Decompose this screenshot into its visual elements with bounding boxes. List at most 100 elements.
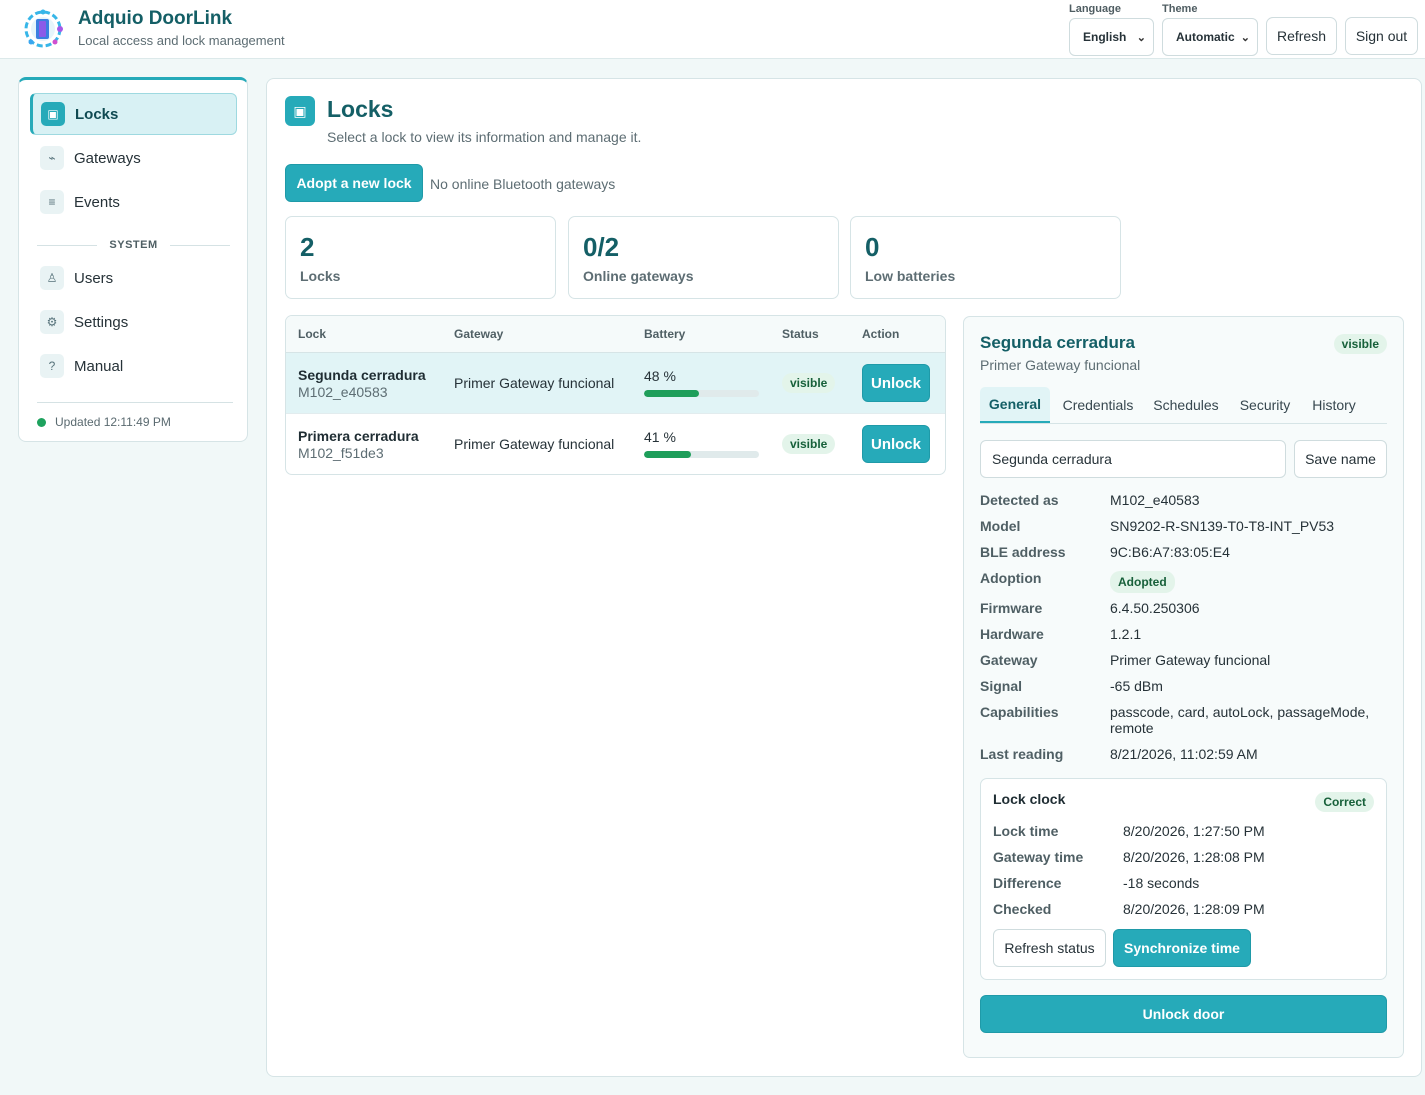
battery-bar (644, 451, 759, 458)
column-header: Gateway (454, 327, 504, 341)
detail-subtitle: Primer Gateway funcional (980, 357, 1141, 373)
clock-status-badge: Correct (1315, 792, 1374, 812)
save-name-button[interactable]: Save name (1294, 440, 1387, 478)
battery-text: 48 % (644, 368, 676, 384)
language-control: Language English ⌄ (1069, 3, 1154, 56)
info-value-wrap: Adopted (1110, 571, 1390, 593)
info-value: M102_e40583 (1110, 492, 1200, 508)
unlock-button[interactable]: Unlock (862, 364, 930, 402)
lock-icon: ▣ (285, 96, 315, 126)
locks-table: Lock Gateway Battery Status Action Segun… (285, 315, 946, 475)
sidebar-item-label: Manual (74, 357, 124, 375)
info-value: 1.2.1 (1110, 626, 1142, 642)
system-section-divider: SYSTEM (37, 238, 231, 252)
info-key: Detected as (980, 492, 1059, 508)
lock-id: M102_e40583 (298, 384, 388, 400)
detail-title: Segunda cerradura (980, 333, 1135, 352)
theme-value: Automatic (1176, 30, 1235, 44)
sidebar-item-label: Settings (74, 313, 129, 331)
info-value: passcode, card, autoLock, passageMode, r… (1110, 704, 1370, 736)
status-badge: visible (782, 373, 836, 393)
table-row[interactable]: Segunda cerradura M102_e40583 Primer Gat… (286, 353, 945, 414)
refresh-button[interactable]: Refresh (1266, 17, 1337, 55)
lock-name: Primera cerradura (298, 428, 419, 444)
gateway-status-text: No online Bluetooth gateways (430, 176, 616, 192)
theme-control: Theme Automatic ⌄ (1162, 3, 1258, 56)
info-key: BLE address (980, 544, 1066, 560)
app-subtitle: Local access and lock management (78, 33, 285, 48)
tab-security[interactable]: Security (1232, 387, 1298, 423)
synchronize-time-button[interactable]: Synchronize time (1113, 929, 1251, 967)
column-header: Action (862, 327, 900, 341)
info-key: Signal (980, 678, 1023, 694)
theme-label: Theme (1162, 3, 1198, 15)
sidebar-item-label: Users (74, 269, 114, 287)
lock-id: M102_f51de3 (298, 445, 384, 461)
info-key: Capabilities (980, 704, 1059, 720)
tab-general[interactable]: General (980, 387, 1050, 423)
lock-clock-card: Lock clock Correct Lock time 8/20/2026, … (980, 778, 1387, 980)
clock-value: 8/20/2026, 1:28:09 PM (1123, 901, 1265, 917)
clock-key: Lock time (993, 823, 1059, 839)
sidebar-item-manual[interactable]: ? Manual (30, 345, 237, 387)
refresh-status-button[interactable]: Refresh status (993, 929, 1106, 967)
lock-detail-panel: Segunda cerradura Primer Gateway funcion… (963, 316, 1404, 1058)
stat-card-locks: 2 Locks (285, 216, 556, 299)
sidebar-item-label: Gateways (74, 149, 141, 167)
events-icon: ≡ (40, 190, 64, 214)
update-status: Updated 12:11:49 PM (37, 415, 171, 429)
app-logo (24, 9, 63, 48)
chevron-down-icon: ⌄ (1136, 31, 1146, 44)
column-header: Lock (298, 327, 327, 341)
sidebar-item-settings[interactable]: ⚙ Settings (30, 301, 237, 343)
lock-icon: ▣ (41, 102, 65, 126)
sidebar-item-locks[interactable]: ▣ Locks (30, 93, 237, 135)
top-bar: Adquio DoorLink Local access and lock ma… (0, 0, 1425, 59)
sign-out-button[interactable]: Sign out (1345, 17, 1418, 55)
tab-history[interactable]: History (1304, 387, 1364, 423)
adopt-lock-button[interactable]: Adopt a new lock (285, 164, 423, 202)
status-badge: visible (782, 434, 836, 454)
info-value: 6.4.50.250306 (1110, 600, 1200, 616)
sidebar-divider (37, 402, 233, 403)
language-select[interactable]: English ⌄ (1069, 18, 1154, 56)
gear-icon: ⚙ (40, 310, 64, 334)
info-key: Model (980, 518, 1021, 534)
app-title: Adquio DoorLink (78, 8, 233, 29)
info-key: Last reading (980, 746, 1064, 762)
main-panel: ▣ Locks Select a lock to view its inform… (266, 78, 1422, 1077)
status-badge: visible (1333, 334, 1387, 354)
table-header: Lock Gateway Battery Status Action (286, 316, 945, 353)
info-value: Primer Gateway funcional (1110, 652, 1271, 668)
stat-value: 2 (300, 232, 315, 262)
page-subtitle: Select a lock to view its information an… (327, 129, 642, 145)
chevron-down-icon: ⌄ (1240, 31, 1250, 44)
column-header: Battery (644, 327, 686, 341)
language-label: Language (1069, 3, 1121, 15)
sidebar-item-users[interactable]: ♙ Users (30, 257, 237, 299)
theme-select[interactable]: Automatic ⌄ (1162, 18, 1258, 56)
updated-text: Updated 12:11:49 PM (55, 415, 171, 429)
clock-value: 8/20/2026, 1:28:08 PM (1123, 849, 1265, 865)
stat-label: Online gateways (583, 268, 694, 284)
adoption-badge: Adopted (1110, 571, 1175, 593)
info-value: SN9202-R-SN139-T0-T8-INT_PV53 (1110, 518, 1335, 534)
unlock-button[interactable]: Unlock (862, 425, 930, 463)
tab-schedules[interactable]: Schedules (1147, 387, 1225, 423)
clock-value: -18 seconds (1123, 875, 1200, 891)
system-section-label: SYSTEM (109, 239, 158, 251)
lock-name-input[interactable]: Segunda cerradura (980, 440, 1286, 478)
stat-value: 0 (865, 232, 880, 262)
info-key: Adoption (980, 570, 1042, 586)
table-row[interactable]: Primera cerradura M102_f51de3 Primer Gat… (286, 414, 945, 474)
stat-value: 0/2 (583, 232, 620, 262)
help-icon: ? (40, 354, 64, 378)
tab-credentials[interactable]: Credentials (1056, 387, 1140, 423)
column-header: Status (782, 327, 819, 341)
unlock-door-button[interactable]: Unlock door (980, 995, 1387, 1033)
battery-text: 41 % (644, 429, 676, 445)
sidebar-item-label: Locks (75, 105, 119, 123)
sidebar-item-events[interactable]: ≡ Events (30, 181, 237, 223)
online-status-dot (37, 417, 46, 427)
sidebar-item-gateways[interactable]: ⌁ Gateways (30, 137, 237, 179)
